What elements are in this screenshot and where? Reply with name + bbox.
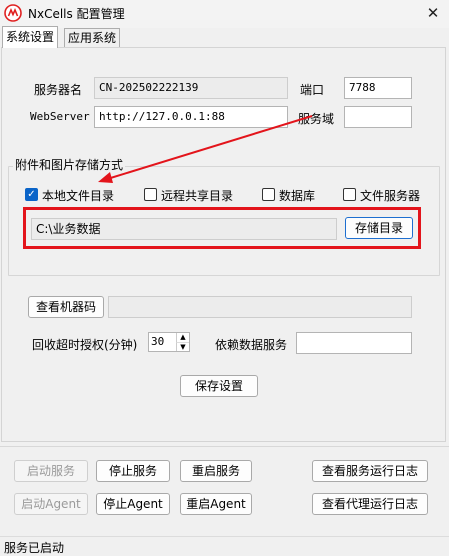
depend-service-label: 依赖数据服务	[215, 338, 288, 352]
view-machine-code-button[interactable]: 查看机器码	[28, 296, 104, 318]
stepper-up-icon[interactable]: ▲	[176, 333, 189, 342]
start-agent-button[interactable]: 启动Agent	[14, 493, 88, 515]
restart-service-button[interactable]: 重启服务	[180, 460, 252, 482]
stepper-down-icon[interactable]: ▼	[176, 342, 189, 351]
view-agent-log-button[interactable]: 查看代理运行日志	[312, 493, 428, 515]
restart-agent-button[interactable]: 重启Agent	[180, 493, 252, 515]
depend-service-field[interactable]	[296, 332, 412, 354]
stop-agent-button[interactable]: 停止Agent	[96, 493, 170, 515]
start-service-button[interactable]: 启动服务	[14, 460, 88, 482]
timeout-label: 回收超时授权(分钟)	[32, 338, 138, 352]
divider	[0, 446, 449, 447]
view-service-log-button[interactable]: 查看服务运行日志	[312, 460, 428, 482]
stop-service-button[interactable]: 停止服务	[96, 460, 170, 482]
status-bar	[0, 536, 449, 556]
save-settings-button[interactable]: 保存设置	[180, 375, 258, 397]
timeout-value[interactable]: 30	[151, 335, 164, 348]
machine-code-field[interactable]	[108, 296, 412, 318]
tab-system-settings[interactable]: 系统设置	[2, 26, 59, 48]
status-text: 服务已启动	[4, 541, 65, 555]
